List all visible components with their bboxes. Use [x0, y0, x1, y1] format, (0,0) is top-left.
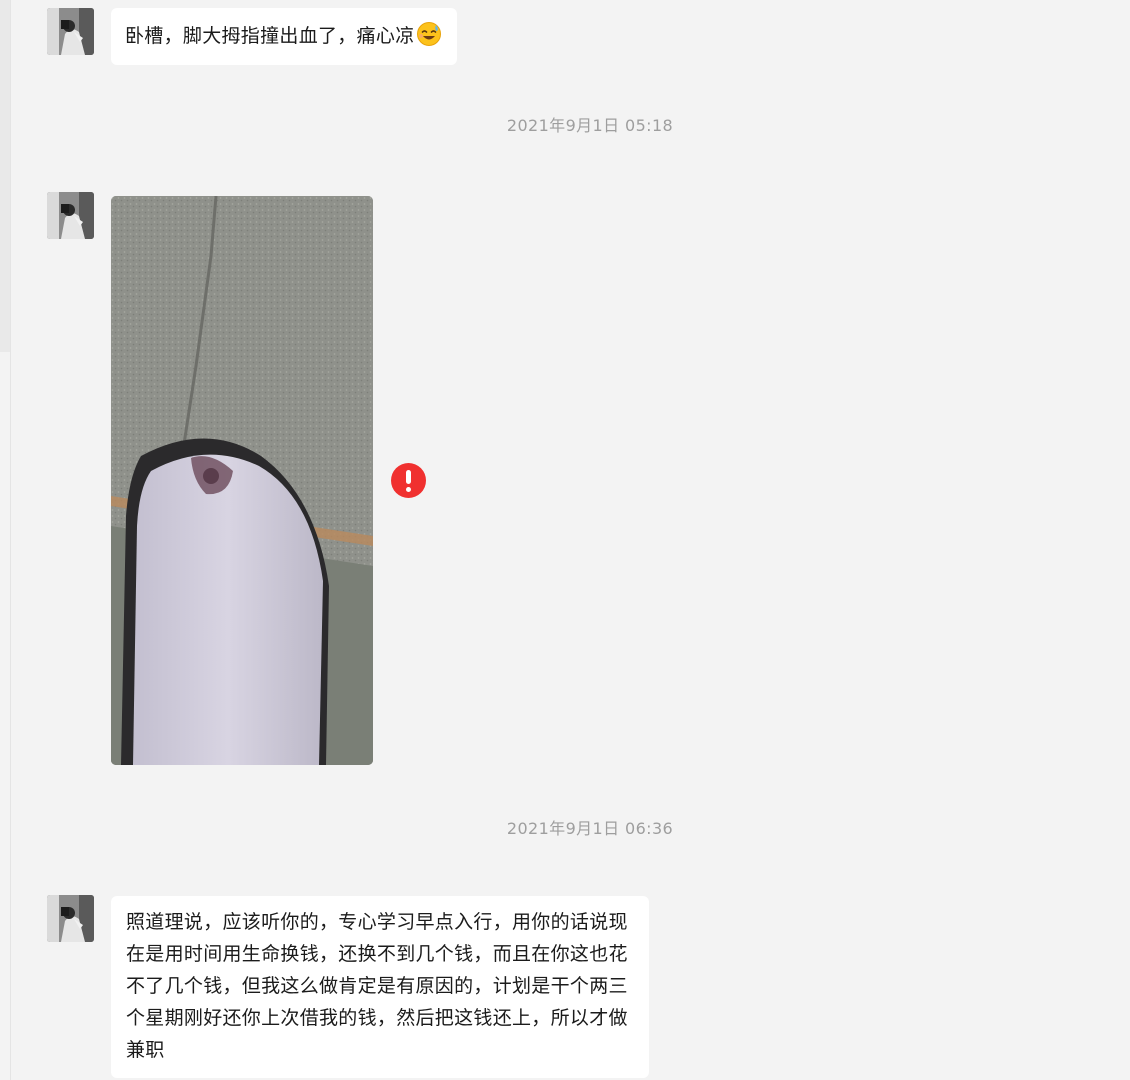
toe-in-sock-photo: [111, 196, 373, 765]
error-icon-dot: [406, 487, 411, 492]
left-panel-edge: [0, 0, 11, 1080]
message-bubble[interactable]: 卧槽，脚大拇指撞出血了，痛心凉: [111, 8, 457, 65]
error-icon-bar: [406, 470, 411, 484]
avatar-image: [47, 8, 94, 55]
avatar-image: [47, 895, 94, 942]
error-icon[interactable]: [391, 463, 426, 498]
avatar-image: [47, 192, 94, 239]
message-text: 照道理说，应该听你的，专心学习早点入行，用你的话说现在是用时间用生命换钱，还换不…: [126, 911, 628, 1061]
timestamp: 2021年9月1日 05:18: [506, 116, 674, 135]
timestamp: 2021年9月1日 06:36: [506, 819, 674, 838]
sweat-smile-emoji-icon: [416, 21, 442, 47]
scrollbar-thumb[interactable]: [0, 0, 10, 352]
avatar[interactable]: [47, 895, 94, 942]
photo-message[interactable]: [111, 196, 373, 765]
message-bubble[interactable]: 照道理说，应该听你的，专心学习早点入行，用你的话说现在是用时间用生命换钱，还换不…: [111, 896, 649, 1078]
avatar[interactable]: [47, 192, 94, 239]
avatar[interactable]: [47, 8, 94, 55]
message-text: 卧槽，脚大拇指撞出血了，痛心凉: [125, 25, 415, 47]
